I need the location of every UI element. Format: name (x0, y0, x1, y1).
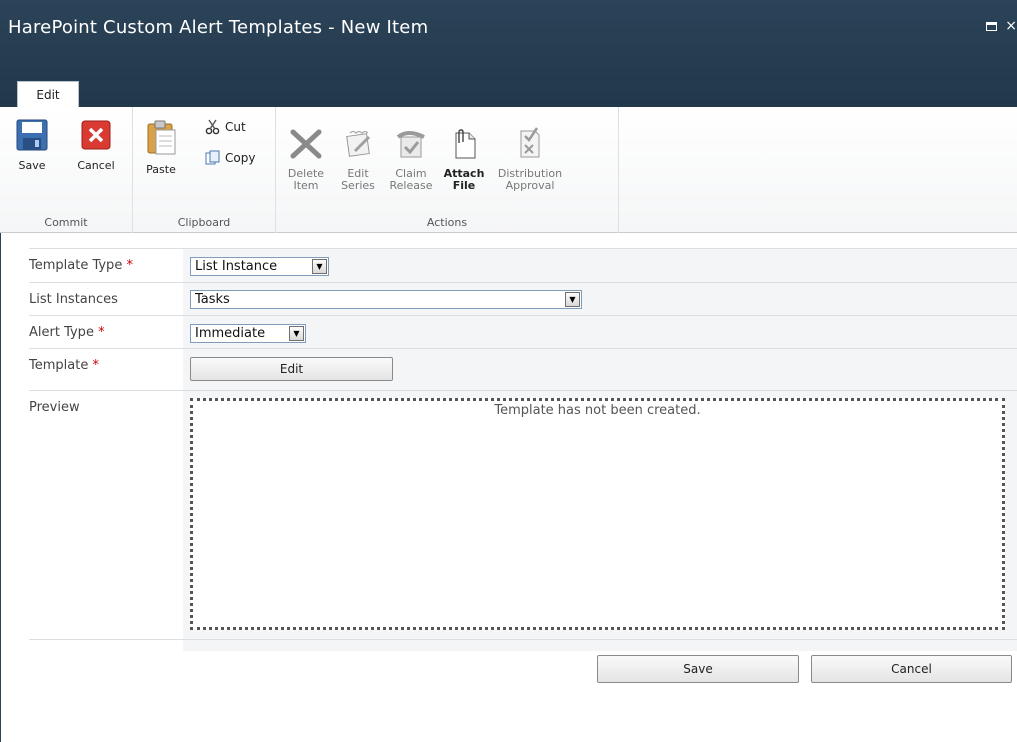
field-background (183, 640, 1017, 651)
distribution-approval-button[interactable]: Distribution Approval (490, 125, 570, 192)
row-list-instances: List Instances Tasks ▼ (29, 282, 1017, 315)
delete-item-button[interactable]: Delete Item (284, 129, 328, 192)
required-marker: * (92, 358, 99, 373)
copy-label: Copy (225, 151, 256, 165)
scissors-icon (205, 119, 220, 135)
delete-x-icon (290, 129, 322, 159)
claim-release-icon (396, 131, 425, 158)
group-label-clipboard: Clipboard (177, 216, 231, 229)
field-background (183, 316, 1017, 348)
cancel-ribbon-label: Cancel (77, 159, 115, 172)
form-bottom-border (29, 639, 1017, 651)
group-label-commit: Commit (44, 216, 88, 229)
required-marker: * (98, 325, 105, 340)
row-alert-type: Alert Type * Immediate ▼ (29, 315, 1017, 348)
row-preview: Preview Template has not been created. (29, 390, 1017, 639)
alert-type-value: Immediate (195, 326, 266, 341)
paste-icon (147, 120, 176, 155)
claim-release-label-2: Release (389, 179, 433, 192)
close-icon[interactable]: × (1005, 18, 1017, 34)
distribution-approval-label-2: Approval (505, 179, 555, 192)
list-instances-select[interactable]: Tasks ▼ (190, 290, 582, 309)
group-label-actions: Actions (426, 216, 468, 229)
alert-type-label: Alert Type * (29, 325, 105, 340)
group-clipboard: Paste Cut Copy Clipboard (133, 107, 276, 233)
row-template: Template * Edit (29, 348, 1017, 390)
template-label-text: Template (29, 358, 89, 373)
preview-label: Preview (29, 400, 80, 415)
edit-series-label-2: Series (341, 179, 375, 192)
calendar-edit-icon (346, 131, 371, 157)
save-ribbon-button[interactable]: Save (16, 119, 48, 172)
distribution-approval-icon (520, 127, 540, 158)
title-bar: HarePoint Custom Alert Templates - New I… (0, 0, 1017, 107)
cancel-button[interactable]: Cancel (811, 655, 1012, 683)
save-button[interactable]: Save (597, 655, 799, 683)
save-icon (16, 119, 48, 151)
preview-label-text: Preview (29, 400, 80, 415)
ribbon: Save Cancel Commit Paste Cut Copy Clipbo… (0, 107, 1017, 233)
window-controls: × (982, 18, 1017, 34)
preview-placeholder-text: Template has not been created. (494, 403, 701, 418)
template-label: Template * (29, 358, 99, 373)
save-ribbon-label: Save (18, 159, 46, 172)
cut-button[interactable]: Cut (205, 119, 246, 135)
list-instances-label-text: List Instances (29, 292, 118, 307)
group-actions: Delete Item Edit Series Claim Release At… (276, 107, 619, 233)
preview-box: Template has not been created. (190, 398, 1005, 630)
template-type-label-text: Template Type (29, 258, 123, 273)
required-marker: * (126, 258, 133, 273)
cancel-icon (81, 120, 111, 150)
claim-release-button[interactable]: Claim Release (384, 129, 438, 192)
row-template-type: Template Type * List Instance ▼ (29, 248, 1017, 282)
chevron-down-icon[interactable]: ▼ (565, 292, 580, 307)
template-edit-button[interactable]: Edit (190, 357, 393, 381)
cut-label: Cut (225, 120, 246, 134)
group-commit: Save Cancel Commit (0, 107, 133, 233)
list-instances-value: Tasks (195, 292, 230, 307)
tab-edit[interactable]: Edit (17, 81, 79, 107)
dialog-title: HarePoint Custom Alert Templates - New I… (8, 17, 429, 38)
maximize-icon[interactable] (985, 21, 997, 31)
alert-type-select[interactable]: Immediate ▼ (190, 324, 306, 343)
copy-icon (205, 150, 220, 165)
edit-series-button[interactable]: Edit Series (336, 129, 380, 192)
attach-file-button[interactable]: Attach File (442, 129, 486, 192)
paste-button[interactable]: Paste (137, 119, 185, 176)
paste-label: Paste (146, 163, 176, 176)
chevron-down-icon[interactable]: ▼ (289, 326, 304, 341)
template-type-value: List Instance (195, 259, 278, 274)
template-type-label: Template Type * (29, 258, 133, 273)
cancel-ribbon-button[interactable]: Cancel (74, 119, 118, 172)
alert-type-label-text: Alert Type (29, 325, 94, 340)
attach-file-icon (455, 129, 476, 159)
list-instances-label: List Instances (29, 292, 118, 307)
delete-item-label-2: Item (293, 179, 319, 192)
attach-file-label-2: File (452, 179, 476, 192)
chevron-down-icon[interactable]: ▼ (312, 259, 327, 274)
template-type-select[interactable]: List Instance ▼ (190, 257, 329, 276)
copy-button[interactable]: Copy (205, 150, 255, 166)
